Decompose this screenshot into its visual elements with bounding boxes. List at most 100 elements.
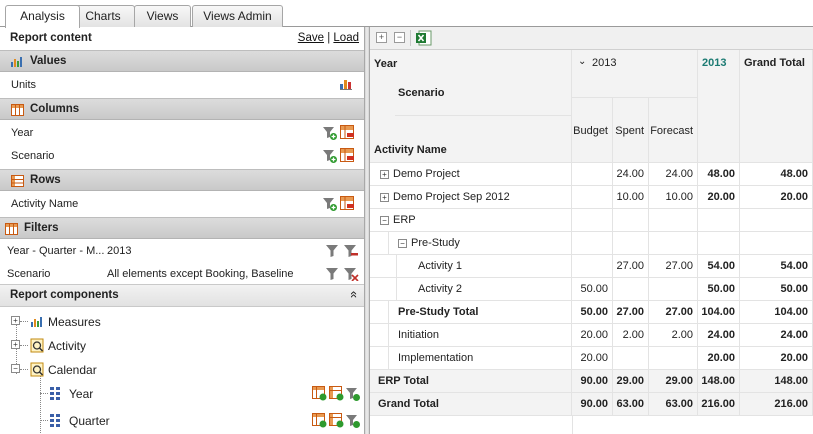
filter-add-icon[interactable] xyxy=(345,386,361,402)
expand-icon[interactable]: + xyxy=(380,170,389,179)
bar-chart-icon[interactable] xyxy=(340,77,354,90)
value-cell-budget xyxy=(572,186,613,209)
tab-views-admin[interactable]: Views Admin xyxy=(192,5,283,27)
add-to-rows-icon[interactable] xyxy=(329,386,344,401)
load-link[interactable]: Load xyxy=(333,32,359,44)
report-content-links: Save | Load xyxy=(298,32,359,44)
tree-connector xyxy=(40,375,41,433)
value-cell-forecast xyxy=(649,278,698,301)
add-to-columns-icon[interactable] xyxy=(312,413,327,428)
row-header-cell: Implementation xyxy=(370,347,572,370)
value-cell-grand-total: 104.00 xyxy=(740,301,813,324)
year-value: 2013 xyxy=(592,57,617,69)
filter-item-scenario[interactable]: Scenario All elements except Booking, Ba… xyxy=(0,263,364,286)
value-cell-grand-total: 216.00 xyxy=(740,393,813,416)
left-panel: Report content Save | Load Values Units … xyxy=(0,27,364,434)
add-to-columns-icon[interactable] xyxy=(312,386,327,401)
excel-export-icon[interactable] xyxy=(416,30,432,46)
value-cell-forecast xyxy=(649,347,698,370)
year-total-label: 2013 xyxy=(702,57,727,69)
value-cell-spent xyxy=(613,347,649,370)
value-cell-forecast: 29.00 xyxy=(649,370,698,393)
row-header-cell[interactable]: + Demo Project xyxy=(370,163,572,186)
filter-remove-icon[interactable] xyxy=(343,266,359,281)
collapse-icon[interactable]: − xyxy=(11,364,20,373)
tab-analysis[interactable]: Analysis xyxy=(5,5,80,28)
value-cell-grand-total: 20.00 xyxy=(740,347,813,370)
value-cell-forecast xyxy=(649,232,698,255)
report-content-header: Report content Save | Load xyxy=(0,27,364,51)
values-item-units[interactable]: Units xyxy=(0,74,364,97)
save-link[interactable]: Save xyxy=(298,32,324,44)
filter-icon[interactable] xyxy=(325,243,339,258)
columns-item-scenario[interactable]: Scenario xyxy=(0,145,364,168)
indent-guide xyxy=(388,324,389,347)
row-label: Pre-Study xyxy=(411,237,460,249)
chevron-down-icon[interactable]: ⌄ xyxy=(578,56,586,67)
scenario-label: Spent xyxy=(615,125,644,137)
filter-icon[interactable] xyxy=(325,266,339,281)
indent-guide xyxy=(388,232,389,255)
columns-item-label: Scenario xyxy=(11,150,55,162)
filter-add-icon[interactable] xyxy=(322,148,338,164)
collapse-icon[interactable]: − xyxy=(380,216,389,225)
bar-chart-icon xyxy=(31,317,42,327)
value-cell-budget: 90.00 xyxy=(572,370,613,393)
value-cell-grand-total: 48.00 xyxy=(740,163,813,186)
add-to-rows-icon[interactable] xyxy=(329,413,344,428)
rows-item-label: Activity Name xyxy=(11,198,79,210)
activity-name-header-cell: Activity Name xyxy=(370,116,572,163)
row-header-cell[interactable]: − Pre-Study xyxy=(370,232,572,255)
columns-item-year[interactable]: Year xyxy=(0,122,364,145)
value-cell-spent xyxy=(613,209,649,232)
tab-bar: Analysis Charts Views Views Admin xyxy=(0,0,813,28)
bar-chart-icon xyxy=(11,57,22,67)
columns-item-label: Year xyxy=(11,127,34,139)
tab-charts[interactable]: Charts xyxy=(71,5,135,27)
value-cell-grand-total: 20.00 xyxy=(740,186,813,209)
tree-item-calendar[interactable]: − Calendar xyxy=(10,361,350,381)
filter-item-value: 2013 xyxy=(107,245,132,257)
value-cell-spent: 29.00 xyxy=(613,370,649,393)
tree-item-quarter[interactable]: Quarter xyxy=(48,412,364,434)
filter-add-icon[interactable] xyxy=(322,196,338,212)
row-label: ERP Total xyxy=(378,375,429,387)
row-header-cell[interactable]: − ERP xyxy=(370,209,572,232)
columns-section-title: Columns xyxy=(30,103,80,115)
expand-icon[interactable]: + xyxy=(380,193,389,202)
scenario-label: Forecast xyxy=(650,125,693,137)
level-icon xyxy=(50,414,60,427)
tab-views[interactable]: Views xyxy=(134,5,191,27)
filter-item-year[interactable]: Year - Quarter - M... 2013 xyxy=(0,240,364,263)
scenario-budget-header: Budget xyxy=(572,98,613,163)
values-item-label: Units xyxy=(11,79,37,91)
value-cell-spent xyxy=(613,232,649,255)
filter-add-icon[interactable] xyxy=(322,125,338,141)
pivot-panel: + − Year Scenario Activity Name ⌄ 2013 B… xyxy=(370,27,813,434)
tree-item-measures[interactable]: + Measures xyxy=(10,313,350,333)
row-header-cell[interactable]: + Demo Project Sep 2012 xyxy=(370,186,572,209)
year-2013-header-cell[interactable]: ⌄ 2013 xyxy=(572,50,698,98)
expand-all-icon[interactable]: + xyxy=(376,32,387,43)
value-cell-year-total xyxy=(698,209,740,232)
value-cell-year-total: 20.00 xyxy=(698,186,740,209)
value-cell-spent: 63.00 xyxy=(613,393,649,416)
table-remove-icon[interactable] xyxy=(340,125,355,140)
tree-item-label: Measures xyxy=(48,315,101,329)
tree-item-activity[interactable]: + Activity xyxy=(10,337,350,357)
value-cell-budget xyxy=(572,255,613,278)
value-cell-year-total: 216.00 xyxy=(698,393,740,416)
rows-item-activity-name[interactable]: Activity Name xyxy=(0,193,364,216)
filter-remove-icon[interactable] xyxy=(343,243,359,258)
tree-item-year[interactable]: Year xyxy=(48,385,364,407)
expand-icon[interactable]: + xyxy=(11,316,20,325)
collapse-all-icon[interactable]: − xyxy=(394,32,405,43)
table-remove-icon[interactable] xyxy=(340,196,355,211)
expand-icon[interactable]: + xyxy=(11,340,20,349)
table-remove-icon[interactable] xyxy=(340,148,355,163)
collapse-icon[interactable]: − xyxy=(398,239,407,248)
value-cell-year-total: 50.00 xyxy=(698,278,740,301)
value-cell-budget: 50.00 xyxy=(572,301,613,324)
collapse-icon[interactable]: « xyxy=(347,291,362,298)
filter-add-icon[interactable] xyxy=(345,413,361,429)
